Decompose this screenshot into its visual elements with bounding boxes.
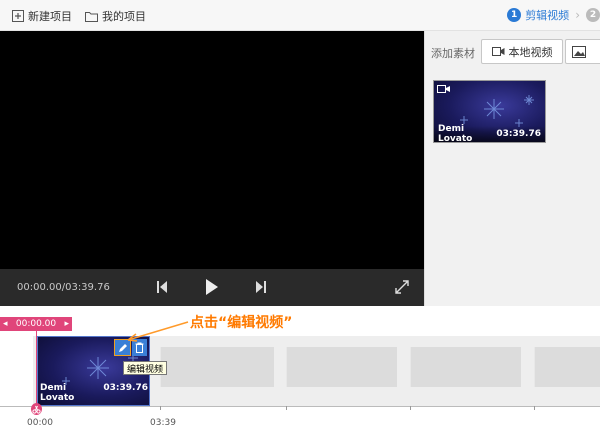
play-icon — [206, 279, 218, 295]
skip-back-icon — [157, 281, 167, 293]
step-1-label: 剪辑视频 — [525, 9, 570, 22]
fullscreen-button[interactable] — [395, 280, 409, 297]
video-add-icon — [491, 47, 504, 56]
thumbnail-title: Demi Lovato — [438, 124, 473, 143]
local-image-button[interactable] — [565, 39, 600, 64]
step-1-badge: 1 — [507, 8, 522, 22]
thumbnail-caption: Demi Lovato 03:39.76 — [434, 124, 545, 143]
local-video-button[interactable]: 本地视频 — [481, 39, 563, 64]
next-button[interactable] — [255, 280, 267, 297]
caret-left-icon: ◂ — [3, 319, 8, 329]
plus-box-icon — [12, 10, 24, 22]
ruler-tick — [286, 406, 287, 410]
play-button[interactable] — [205, 278, 219, 299]
player-controls: 00:00.00/03:39.76 — [0, 269, 424, 306]
local-video-label: 本地视频 — [508, 45, 553, 59]
thumbnail-duration: 03:39.76 — [496, 129, 541, 139]
ruler-tick — [534, 406, 535, 410]
empty-track-cell — [534, 347, 600, 387]
step-2-badge: 2 — [586, 8, 600, 22]
empty-track-cell — [160, 347, 274, 387]
top-toolbar: 新建项目 我的项目 1 剪辑视频 › 2 — [0, 0, 600, 31]
folder-icon — [85, 11, 98, 22]
playhead-handle[interactable] — [31, 403, 42, 415]
ruler-label-start: 00:00 — [27, 418, 53, 428]
media-panel: 添加素材 本地视频 Demi Lovato 03:39.76 — [424, 31, 600, 306]
media-thumbnail[interactable]: Demi Lovato 03:39.76 — [433, 80, 546, 143]
new-project-button[interactable]: 新建项目 — [12, 8, 72, 24]
empty-track-cell — [286, 347, 397, 387]
add-material-label: 添加素材 — [431, 47, 475, 60]
timeline-panel: ◂ 00:00.00 ▸ Demi Lovato 03:39.76 — [0, 306, 600, 437]
hint-arrow-icon — [127, 321, 189, 342]
ruler-label-end: 03:39 — [150, 418, 176, 428]
empty-track-cell — [410, 347, 521, 387]
my-projects-button[interactable]: 我的项目 — [85, 8, 146, 24]
ruler-tick — [160, 406, 161, 410]
new-project-label: 新建项目 — [28, 10, 72, 23]
video-camera-icon — [437, 85, 450, 93]
image-icon — [572, 45, 586, 58]
clip-duration: 03:39.76 — [103, 383, 148, 393]
expand-icon — [395, 280, 409, 294]
playhead-time-badge[interactable]: ◂ 00:00.00 ▸ — [0, 317, 72, 331]
step-indicator: 1 剪辑视频 › 2 — [507, 7, 600, 23]
time-ruler — [0, 406, 600, 407]
clip-title: Demi Lovato — [40, 383, 75, 403]
scissors-icon — [32, 405, 41, 414]
previous-button[interactable] — [156, 280, 168, 297]
clip-caption: Demi Lovato 03:39.76 — [40, 383, 148, 403]
skip-forward-icon — [256, 281, 266, 293]
playhead-time: 00:00.00 — [15, 319, 57, 329]
hint-text: 点击“编辑视频” — [190, 315, 293, 331]
chevron-right-icon: › — [575, 8, 580, 22]
player-timecode: 00:00.00/03:39.76 — [17, 282, 110, 293]
ruler-tick — [410, 406, 411, 410]
playhead-line — [36, 331, 37, 408]
video-preview[interactable] — [0, 31, 424, 269]
pencil-icon — [118, 343, 127, 352]
edit-video-tooltip: 编辑视频 — [123, 361, 168, 375]
caret-right-icon: ▸ — [64, 319, 69, 329]
my-projects-label: 我的项目 — [102, 10, 146, 23]
